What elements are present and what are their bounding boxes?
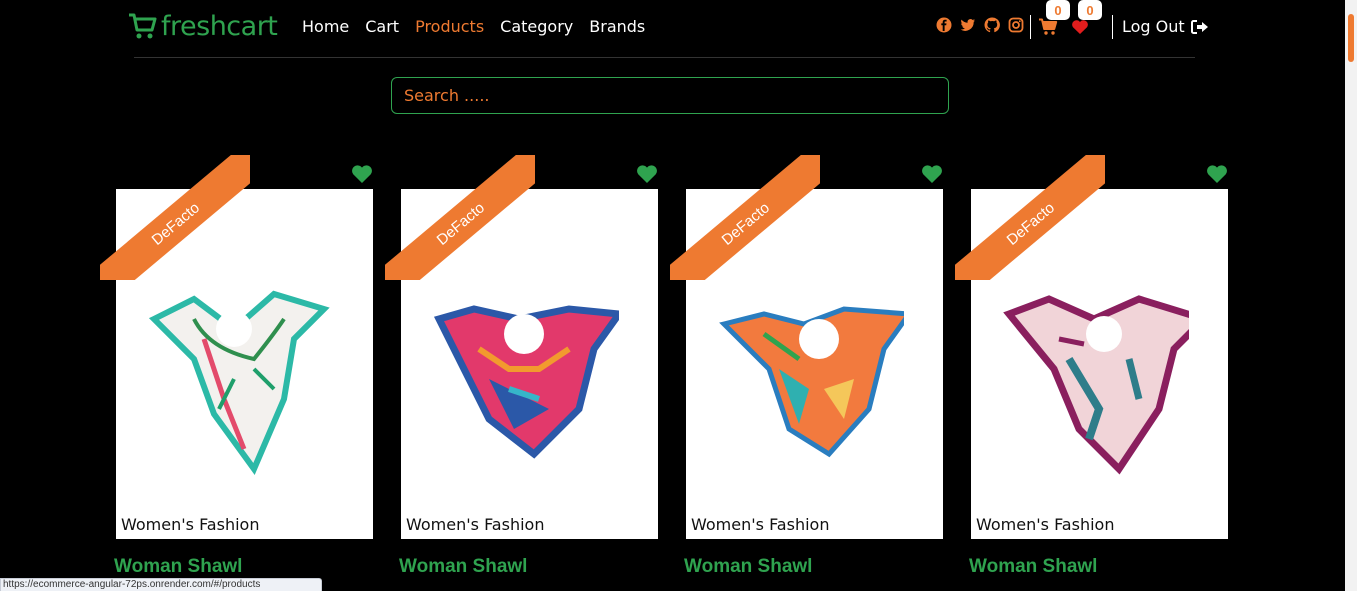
- cart-icon: [1039, 18, 1058, 35]
- logout-label: Log Out: [1122, 17, 1185, 36]
- add-to-wishlist-icon[interactable]: [636, 164, 658, 184]
- github-icon[interactable]: [984, 17, 1000, 33]
- nav-cart[interactable]: Cart: [365, 17, 399, 37]
- brand-ribbon: DeFacto: [385, 155, 535, 280]
- social-links: [936, 17, 1024, 33]
- nav-category[interactable]: Category: [500, 17, 573, 37]
- divider: [1112, 15, 1113, 39]
- product-title[interactable]: Woman Shawl: [969, 556, 1097, 578]
- product-card[interactable]: Women's Fashion DeFacto Woman Shawl: [955, 155, 1229, 591]
- heart-icon: [1072, 20, 1088, 34]
- sign-out-icon: [1190, 20, 1208, 34]
- add-to-wishlist-icon[interactable]: [921, 164, 943, 184]
- scrollbar-thumb[interactable]: [1348, 14, 1354, 62]
- product-card[interactable]: Women's Fashion DeFacto Woman Shawl: [100, 155, 374, 591]
- brand-label: DeFacto: [718, 198, 773, 249]
- brand-name: freshcart: [161, 10, 278, 42]
- twitter-icon[interactable]: [960, 17, 976, 33]
- status-bar-url: https://ecommerce-angular-72ps.onrender.…: [0, 578, 322, 591]
- page: freshcart Home Cart Products Category Br…: [0, 0, 1357, 591]
- product-title[interactable]: Woman Shawl: [684, 556, 812, 578]
- search-input[interactable]: [391, 77, 949, 114]
- brand-ribbon: DeFacto: [670, 155, 820, 280]
- product-card[interactable]: Women's Fashion DeFacto Woman Shawl: [385, 155, 659, 591]
- cart-button[interactable]: [1038, 17, 1058, 37]
- add-to-wishlist-icon[interactable]: [1206, 164, 1228, 184]
- nav-products[interactable]: Products: [415, 17, 484, 37]
- nav-brands[interactable]: Brands: [589, 17, 645, 37]
- wishlist-button[interactable]: [1070, 17, 1090, 37]
- cart-count-badge: 0: [1046, 0, 1070, 20]
- instagram-icon[interactable]: [1008, 17, 1024, 33]
- product-title[interactable]: Woman Shawl: [399, 556, 527, 578]
- product-card[interactable]: Women's Fashion DeFacto Woman Shawl: [670, 155, 944, 591]
- cart-logo-icon: [129, 13, 157, 39]
- logout-button[interactable]: Log Out: [1122, 17, 1209, 37]
- product-category: Women's Fashion: [691, 515, 830, 534]
- product-category: Women's Fashion: [121, 515, 260, 534]
- navbar-divider: [134, 57, 1195, 58]
- nav-home[interactable]: Home: [302, 17, 349, 37]
- product-category: Women's Fashion: [976, 515, 1115, 534]
- facebook-icon[interactable]: [936, 17, 952, 33]
- main-nav: Home Cart Products Category Brands: [302, 17, 645, 37]
- brand-label: DeFacto: [148, 198, 203, 249]
- product-title[interactable]: Woman Shawl: [114, 556, 242, 578]
- navbar: freshcart Home Cart Products Category Br…: [0, 0, 1345, 58]
- product-category: Women's Fashion: [406, 515, 545, 534]
- brand-ribbon: DeFacto: [955, 155, 1105, 280]
- vertical-scrollbar[interactable]: [1345, 0, 1357, 591]
- add-to-wishlist-icon[interactable]: [351, 164, 373, 184]
- brand-logo[interactable]: freshcart: [127, 8, 278, 44]
- brand-ribbon: DeFacto: [100, 155, 250, 280]
- wishlist-count-badge: 0: [1078, 0, 1102, 20]
- brand-label: DeFacto: [1003, 198, 1058, 249]
- brand-label: DeFacto: [433, 198, 488, 249]
- divider: [1030, 15, 1031, 39]
